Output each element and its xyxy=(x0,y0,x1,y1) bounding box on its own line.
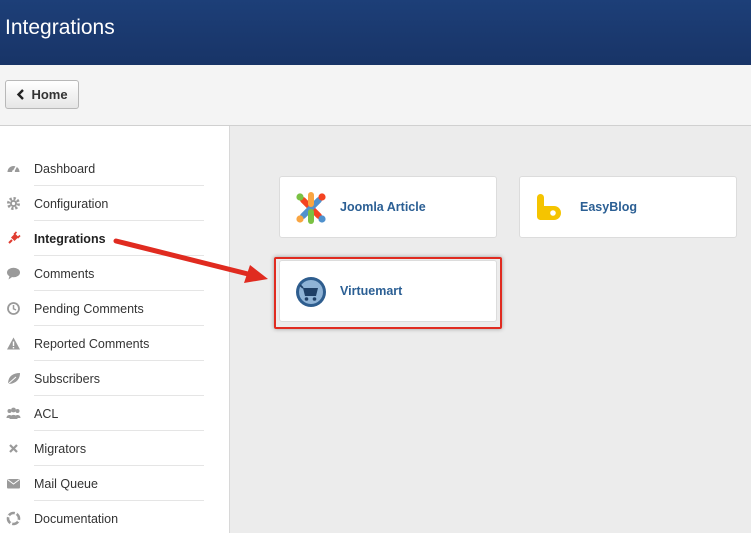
integration-card-label: EasyBlog xyxy=(580,200,637,214)
sidebar-item-label: Mail Queue xyxy=(34,476,98,491)
sidebar-item-mail-queue[interactable]: Mail Queue xyxy=(0,466,204,501)
leaf-icon xyxy=(7,373,20,385)
sidebar-item-integrations[interactable]: Integrations xyxy=(0,221,204,256)
sidebar-item-label: Pending Comments xyxy=(34,301,144,316)
annotation-highlight-box xyxy=(274,257,502,329)
sidebar-item-documentation[interactable]: Documentation xyxy=(0,501,204,536)
sidebar-item-subscribers[interactable]: Subscribers xyxy=(0,361,204,396)
easyblog-logo-icon xyxy=(537,194,561,220)
sidebar-item-label: Integrations xyxy=(34,231,106,246)
sidebar-item-label: Migrators xyxy=(34,441,87,456)
sidebar-item-reported-comments[interactable]: Reported Comments xyxy=(0,326,204,361)
integration-card-label: Joomla Article xyxy=(340,200,426,214)
integration-card-easyblog[interactable]: EasyBlog xyxy=(519,176,737,238)
warning-icon xyxy=(7,337,20,350)
chevron-left-icon xyxy=(17,89,25,100)
sidebar-item-label: Subscribers xyxy=(34,371,100,386)
integrations-panel: Joomla Article EasyBlog Virtuemart xyxy=(230,126,751,533)
sidebar-item-acl[interactable]: ACL xyxy=(0,396,204,431)
home-button[interactable]: Home xyxy=(5,80,79,109)
sidebar-item-comments[interactable]: Comments xyxy=(0,256,204,291)
page-title: Integrations xyxy=(5,16,115,39)
joomla-logo-icon xyxy=(296,192,326,224)
app-header: Integrations xyxy=(0,0,751,65)
lifebuoy-icon xyxy=(6,511,21,526)
sidebar-item-label: ACL xyxy=(34,406,59,421)
clock-icon xyxy=(7,302,20,315)
sidebar-item-pending-comments[interactable]: Pending Comments xyxy=(0,291,204,326)
sidebar-item-label: Dashboard xyxy=(34,161,96,176)
sidebar-item-label: Reported Comments xyxy=(34,336,150,351)
cross-icon xyxy=(9,444,18,453)
sidebar: Dashboard Configuration Integrations Com… xyxy=(0,126,230,533)
comment-icon xyxy=(7,267,20,280)
toolbar: Home xyxy=(0,65,751,126)
gear-icon xyxy=(7,197,20,210)
users-icon xyxy=(6,407,21,419)
sidebar-item-migrators[interactable]: Migrators xyxy=(0,431,204,466)
dashboard-icon xyxy=(7,165,20,173)
sidebar-item-label: Comments xyxy=(34,266,95,281)
sidebar-item-label: Documentation xyxy=(34,511,119,526)
sidebar-item-dashboard[interactable]: Dashboard xyxy=(0,151,204,186)
integration-card-joomla-article[interactable]: Joomla Article xyxy=(279,176,497,238)
sidebar-item-label: Configuration xyxy=(34,196,109,211)
plug-icon xyxy=(8,231,21,244)
envelope-icon xyxy=(7,479,20,489)
home-button-label: Home xyxy=(31,87,68,102)
sidebar-item-configuration[interactable]: Configuration xyxy=(0,186,204,221)
